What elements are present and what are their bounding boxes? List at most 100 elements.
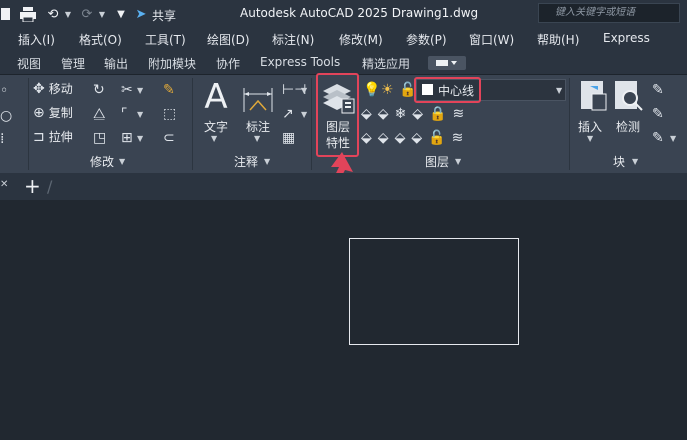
menu-tools[interactable]: 工具(T) bbox=[145, 31, 186, 48]
tab-featured-apps[interactable]: 精选应用 bbox=[362, 55, 410, 72]
modify-expand-icon[interactable]: ▼ bbox=[119, 157, 125, 166]
new-tab-icon[interactable]: + bbox=[24, 176, 41, 196]
insert-button-label[interactable]: 插入 bbox=[578, 118, 602, 135]
match-layer-icon[interactable]: ⬙ bbox=[378, 130, 389, 146]
ribbon-minimize-button[interactable] bbox=[428, 56, 466, 70]
redo-dropdown-icon[interactable]: ▼ bbox=[98, 4, 106, 24]
search-input[interactable]: 键入关键字或短语 bbox=[538, 3, 680, 23]
undo-icon[interactable]: ⟲ bbox=[44, 4, 62, 24]
layer-properties-label-2[interactable]: 特性 bbox=[326, 134, 350, 151]
share-icon[interactable]: ➤ bbox=[132, 4, 150, 24]
block-attribute-icon[interactable]: ✎ bbox=[652, 130, 664, 146]
erase-icon[interactable]: ✎ bbox=[163, 82, 175, 98]
dimension-button-label[interactable]: 标注 bbox=[246, 118, 270, 135]
layer-isolate-icon[interactable]: ⬙ bbox=[378, 106, 389, 122]
layer-unlock-all-icon[interactable]: 🔓 bbox=[428, 130, 445, 146]
scale-icon[interactable]: ◳ bbox=[93, 130, 106, 146]
stretch-button[interactable]: ⊐ 拉伸 bbox=[33, 128, 73, 145]
linear-dimension-dropdown-icon[interactable]: ▼ bbox=[301, 86, 307, 95]
drawn-rectangle[interactable] bbox=[349, 238, 519, 345]
leader-dropdown-icon[interactable]: ▼ bbox=[301, 110, 307, 119]
insert-dropdown-icon[interactable]: ▼ bbox=[587, 134, 593, 143]
menu-modify[interactable]: 修改(M) bbox=[339, 31, 383, 48]
fillet-icon[interactable]: ⌜ bbox=[121, 106, 128, 122]
text-dropdown-icon[interactable]: ▼ bbox=[211, 134, 217, 143]
layers-expand-icon[interactable]: ▼ bbox=[455, 157, 461, 166]
trim-dropdown-icon[interactable]: ▼ bbox=[137, 86, 143, 95]
trim-icon[interactable]: ✂ bbox=[121, 82, 133, 98]
menu-draw[interactable]: 绘图(D) bbox=[207, 31, 250, 48]
menu-parameters[interactable]: 参数(P) bbox=[406, 31, 447, 48]
leader-icon[interactable]: ↗ bbox=[282, 106, 294, 122]
annotation-expand-icon[interactable]: ▼ bbox=[264, 157, 270, 166]
layer-thaw-icon[interactable]: ☀ bbox=[381, 82, 394, 98]
block-attribute-dropdown-icon[interactable]: ▼ bbox=[670, 134, 676, 143]
detect-icon[interactable] bbox=[614, 80, 644, 116]
mirror-icon[interactable]: ⧋ bbox=[93, 106, 106, 122]
divider bbox=[192, 78, 193, 170]
explode-icon[interactable]: ⬚ bbox=[163, 106, 176, 122]
tab-addins[interactable]: 附加模块 bbox=[148, 55, 196, 72]
array-dropdown-icon[interactable]: ▼ bbox=[137, 134, 143, 143]
menu-format[interactable]: 格式(O) bbox=[79, 31, 122, 48]
undo-dropdown-icon[interactable]: ▼ bbox=[64, 4, 72, 24]
window-title: Autodesk AutoCAD 2025 Drawing1.dwg bbox=[240, 6, 479, 20]
block-expand-icon[interactable]: ▼ bbox=[632, 157, 638, 166]
make-current-icon[interactable]: ⬙ bbox=[361, 130, 372, 146]
menu-express[interactable]: Express bbox=[603, 31, 650, 45]
menu-window[interactable]: 窗口(W) bbox=[469, 31, 514, 48]
layer-lock-padlock-icon[interactable]: 🔒 bbox=[429, 106, 446, 122]
layers-group-title[interactable]: 图层 bbox=[425, 153, 449, 171]
tab-output[interactable]: 输出 bbox=[104, 55, 128, 72]
app-menu-icon[interactable] bbox=[0, 4, 12, 24]
detect-button-label[interactable]: 检测 bbox=[616, 118, 640, 135]
tab-view[interactable]: 视图 bbox=[17, 55, 41, 72]
layer-on-icon[interactable]: 💡 bbox=[363, 82, 380, 98]
rotate-icon[interactable]: ↻ bbox=[93, 82, 105, 98]
menu-help[interactable]: 帮助(H) bbox=[537, 31, 579, 48]
edit-block-icon[interactable]: ✎ bbox=[652, 106, 664, 122]
menu-insert[interactable]: 插入(I) bbox=[18, 31, 55, 48]
text-button-label[interactable]: 文字 bbox=[204, 118, 228, 135]
tab-manage[interactable]: 管理 bbox=[61, 55, 85, 72]
customize-qat-icon[interactable]: ▼ bbox=[114, 4, 128, 24]
redo-icon[interactable]: ⟳ bbox=[78, 4, 96, 24]
layer-freeze-icon[interactable]: ❄ bbox=[395, 106, 407, 122]
layer-merge-icon[interactable]: ≋ bbox=[452, 130, 464, 146]
layer-previous-icon[interactable]: ⬙ bbox=[395, 130, 406, 146]
modify-group-title[interactable]: 修改 bbox=[90, 153, 114, 171]
insert-block-icon[interactable] bbox=[580, 80, 608, 116]
move-label: 移动 bbox=[48, 82, 73, 96]
close-tab-icon[interactable]: ✕ bbox=[0, 179, 8, 190]
layer-stack-icon[interactable]: ≋ bbox=[453, 106, 465, 122]
offset-icon[interactable]: ⊂ bbox=[163, 130, 175, 146]
dimension-icon[interactable] bbox=[241, 82, 275, 118]
tab-collaborate[interactable]: 协作 bbox=[216, 55, 240, 72]
layer-off-icon[interactable]: ⬙ bbox=[361, 106, 372, 122]
drawing-canvas[interactable] bbox=[0, 200, 687, 440]
menu-dimension[interactable]: 标注(N) bbox=[272, 31, 314, 48]
block-group-title[interactable]: 块 bbox=[613, 153, 625, 171]
layer-tools-row-1: ⬙ ⬙ ❄ ⬙ 🔒 ≋ bbox=[361, 106, 464, 122]
dimension-dropdown-icon[interactable]: ▼ bbox=[254, 134, 260, 143]
clipped-tool-icon[interactable]: ⁞ bbox=[0, 131, 4, 147]
move-button[interactable]: ✥ 移动 bbox=[33, 80, 73, 97]
layer-dropdown-arrow-icon[interactable]: ▼ bbox=[556, 86, 562, 95]
layer-properties-label-1[interactable]: 图层 bbox=[326, 118, 350, 135]
print-icon[interactable] bbox=[18, 4, 38, 24]
tab-express-tools[interactable]: Express Tools bbox=[260, 55, 340, 69]
text-icon[interactable]: A bbox=[202, 80, 230, 114]
array-icon[interactable]: ⊞ bbox=[121, 130, 133, 146]
fillet-dropdown-icon[interactable]: ▼ bbox=[137, 110, 143, 119]
create-block-icon[interactable]: ✎ bbox=[652, 82, 664, 98]
clipped-tool-icon[interactable]: ◦ bbox=[0, 83, 8, 99]
table-icon[interactable]: ▦ bbox=[282, 130, 295, 146]
clipped-tool-icon[interactable]: ○ bbox=[0, 108, 12, 124]
annotation-group-title[interactable]: 注释 bbox=[234, 153, 258, 171]
copy-button[interactable]: ⊕ 复制 bbox=[33, 104, 73, 121]
layer-properties-icon[interactable] bbox=[320, 79, 356, 119]
layer-lock-icon[interactable]: ⬙ bbox=[412, 106, 423, 122]
layer-walk-icon[interactable]: ⬙ bbox=[411, 130, 422, 146]
share-label[interactable]: 共享 bbox=[152, 7, 176, 24]
layer-tools-row-2: ⬙ ⬙ ⬙ ⬙ 🔓 ≋ bbox=[361, 130, 463, 146]
